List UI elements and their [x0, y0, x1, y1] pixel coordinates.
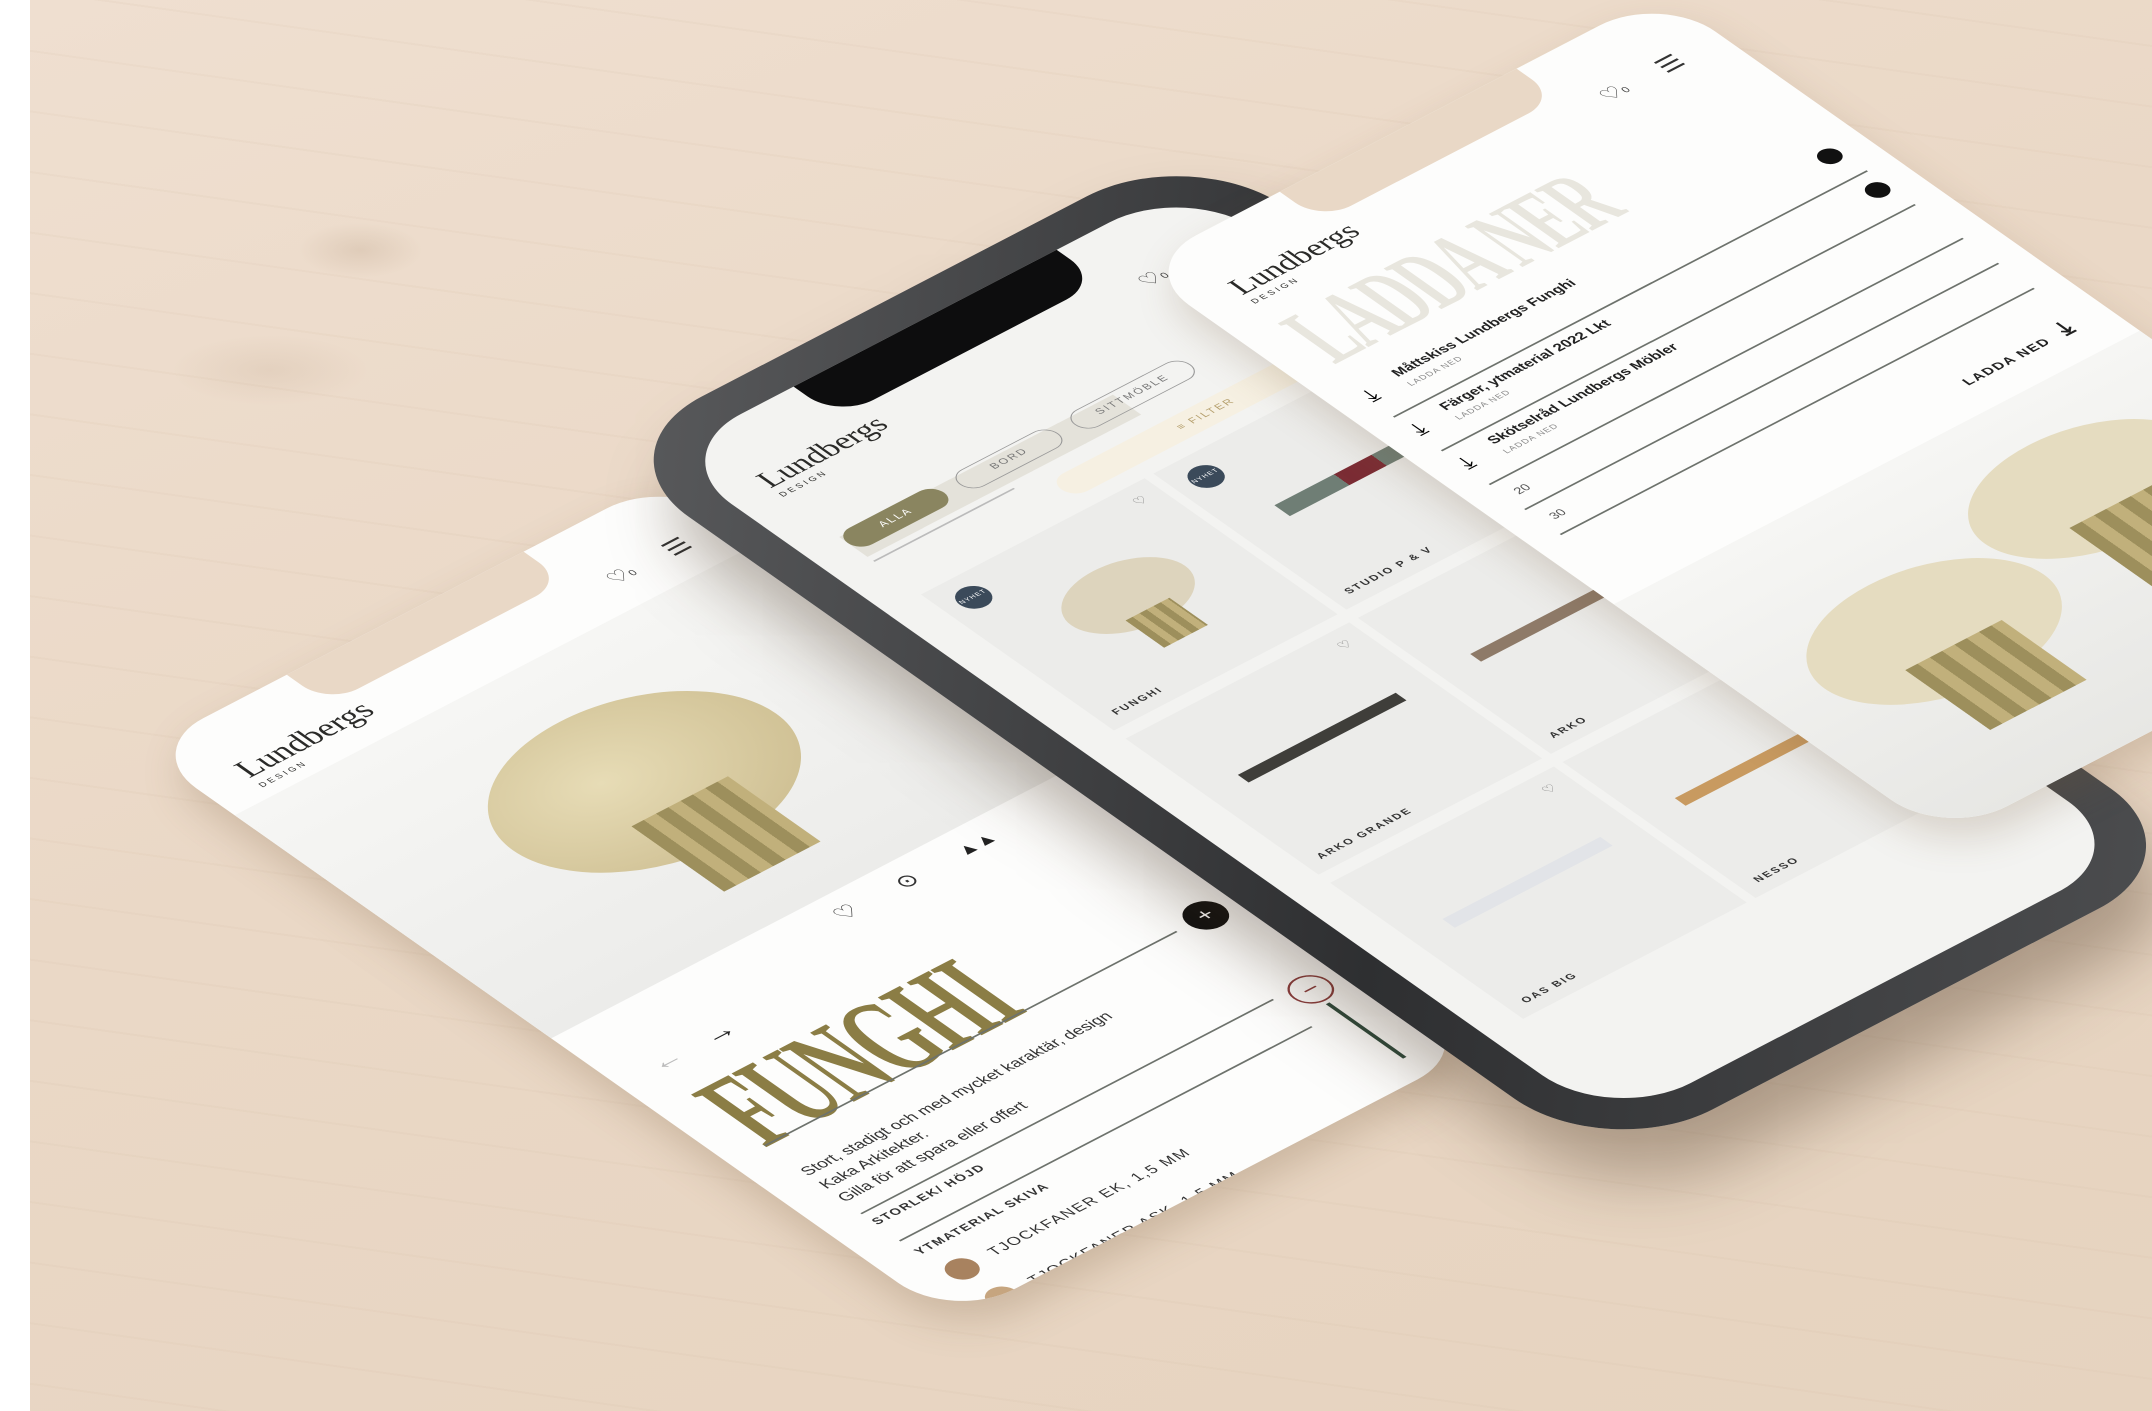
expand-button[interactable] [1811, 145, 1848, 168]
product-thumbnail [1442, 836, 1613, 928]
expand-button[interactable] [1859, 178, 1896, 201]
download-icon: ⤓ [1355, 385, 1387, 406]
collapse-minus-button[interactable]: − [1277, 969, 1344, 1010]
download-icon: ⤓ [1451, 453, 1482, 473]
product-name: NESSO [1751, 855, 1803, 885]
menu-icon[interactable]: ☰ [655, 533, 699, 560]
heart-icon[interactable]: ♡ [1128, 492, 1154, 507]
product-thumbnail [1036, 541, 1220, 650]
heart-icon[interactable]: ♡ [1537, 781, 1563, 796]
favourites-button[interactable]: ♡0 [600, 562, 643, 588]
like-icon[interactable]: ♡ [826, 900, 867, 926]
new-badge: NYHET [1179, 460, 1233, 493]
download-icon: ⤓ [1403, 419, 1434, 439]
expand-plus-button[interactable]: + [1172, 895, 1239, 936]
menu-icon[interactable]: ☰ [1648, 50, 1692, 77]
table-top [1758, 528, 2110, 735]
brand-mountain-icon: ▲▲ [950, 829, 1003, 860]
material-swatch [937, 1253, 987, 1284]
ar-view-icon[interactable]: ⊙ [887, 869, 927, 894]
table-top [427, 653, 861, 911]
product-name: FUNGHI [1109, 685, 1167, 717]
new-badge: NYHET [947, 581, 1001, 614]
product-name: ARKO [1546, 715, 1592, 741]
product-thumbnail [1237, 692, 1407, 783]
favourites-button[interactable]: ♡0 [1593, 79, 1636, 105]
product-name: OAS BIG [1518, 970, 1581, 1006]
heart-icon[interactable]: ♡ [1333, 636, 1359, 651]
download-icon: ⤓ [2047, 316, 2082, 339]
